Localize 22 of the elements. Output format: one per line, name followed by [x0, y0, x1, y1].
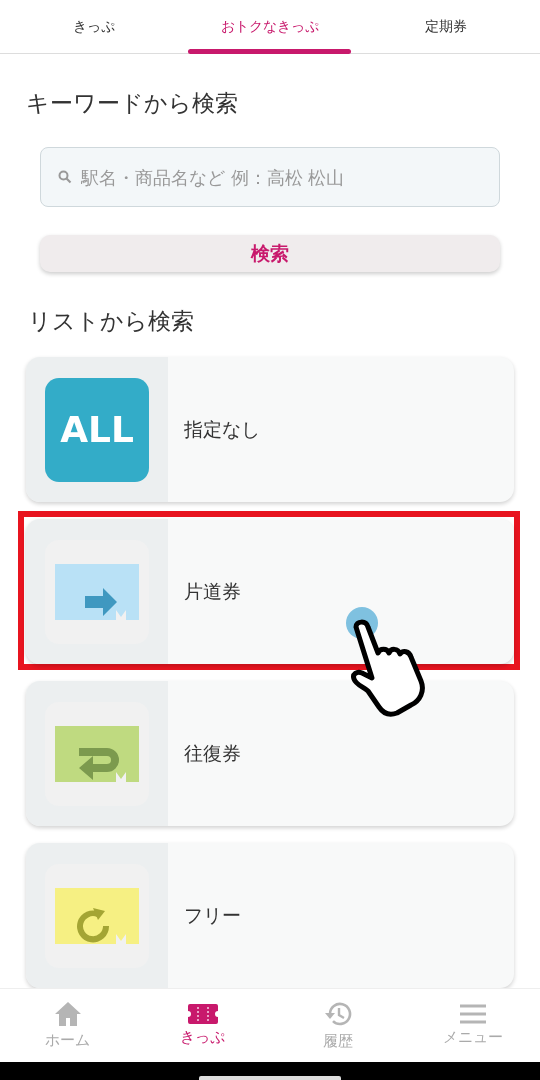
list-item[interactable]: ALL 指定なし: [26, 357, 514, 502]
tab[interactable]: 定期券: [351, 0, 540, 53]
ticket-icon: [187, 1004, 218, 1024]
tab[interactable]: おトクなきっぷ: [188, 0, 351, 53]
search-button[interactable]: 検索: [40, 235, 500, 272]
list-item[interactable]: フリー: [26, 843, 514, 988]
search-icon: [58, 170, 72, 184]
search-field[interactable]: 駅名・商品名など 例：高松 松山: [40, 147, 500, 207]
section-heading: キーワードから検索: [26, 89, 239, 118]
tab[interactable]: きっぷ: [0, 0, 188, 53]
item-label: 指定なし: [183, 416, 260, 442]
item-label: 往復券: [183, 740, 241, 766]
item-label: 片道券: [183, 578, 241, 604]
home-icon: [53, 1001, 82, 1027]
item-label: フリー: [183, 902, 241, 928]
history-icon: [323, 1000, 352, 1028]
menu-icon: [459, 1004, 486, 1024]
all-badge: ALL: [45, 377, 149, 482]
list-item[interactable]: 片道券: [26, 519, 514, 664]
list-item[interactable]: 往復券: [26, 681, 514, 826]
section-heading: リストから検索: [28, 307, 195, 336]
nav-item[interactable]: きっぷ: [135, 989, 270, 1062]
